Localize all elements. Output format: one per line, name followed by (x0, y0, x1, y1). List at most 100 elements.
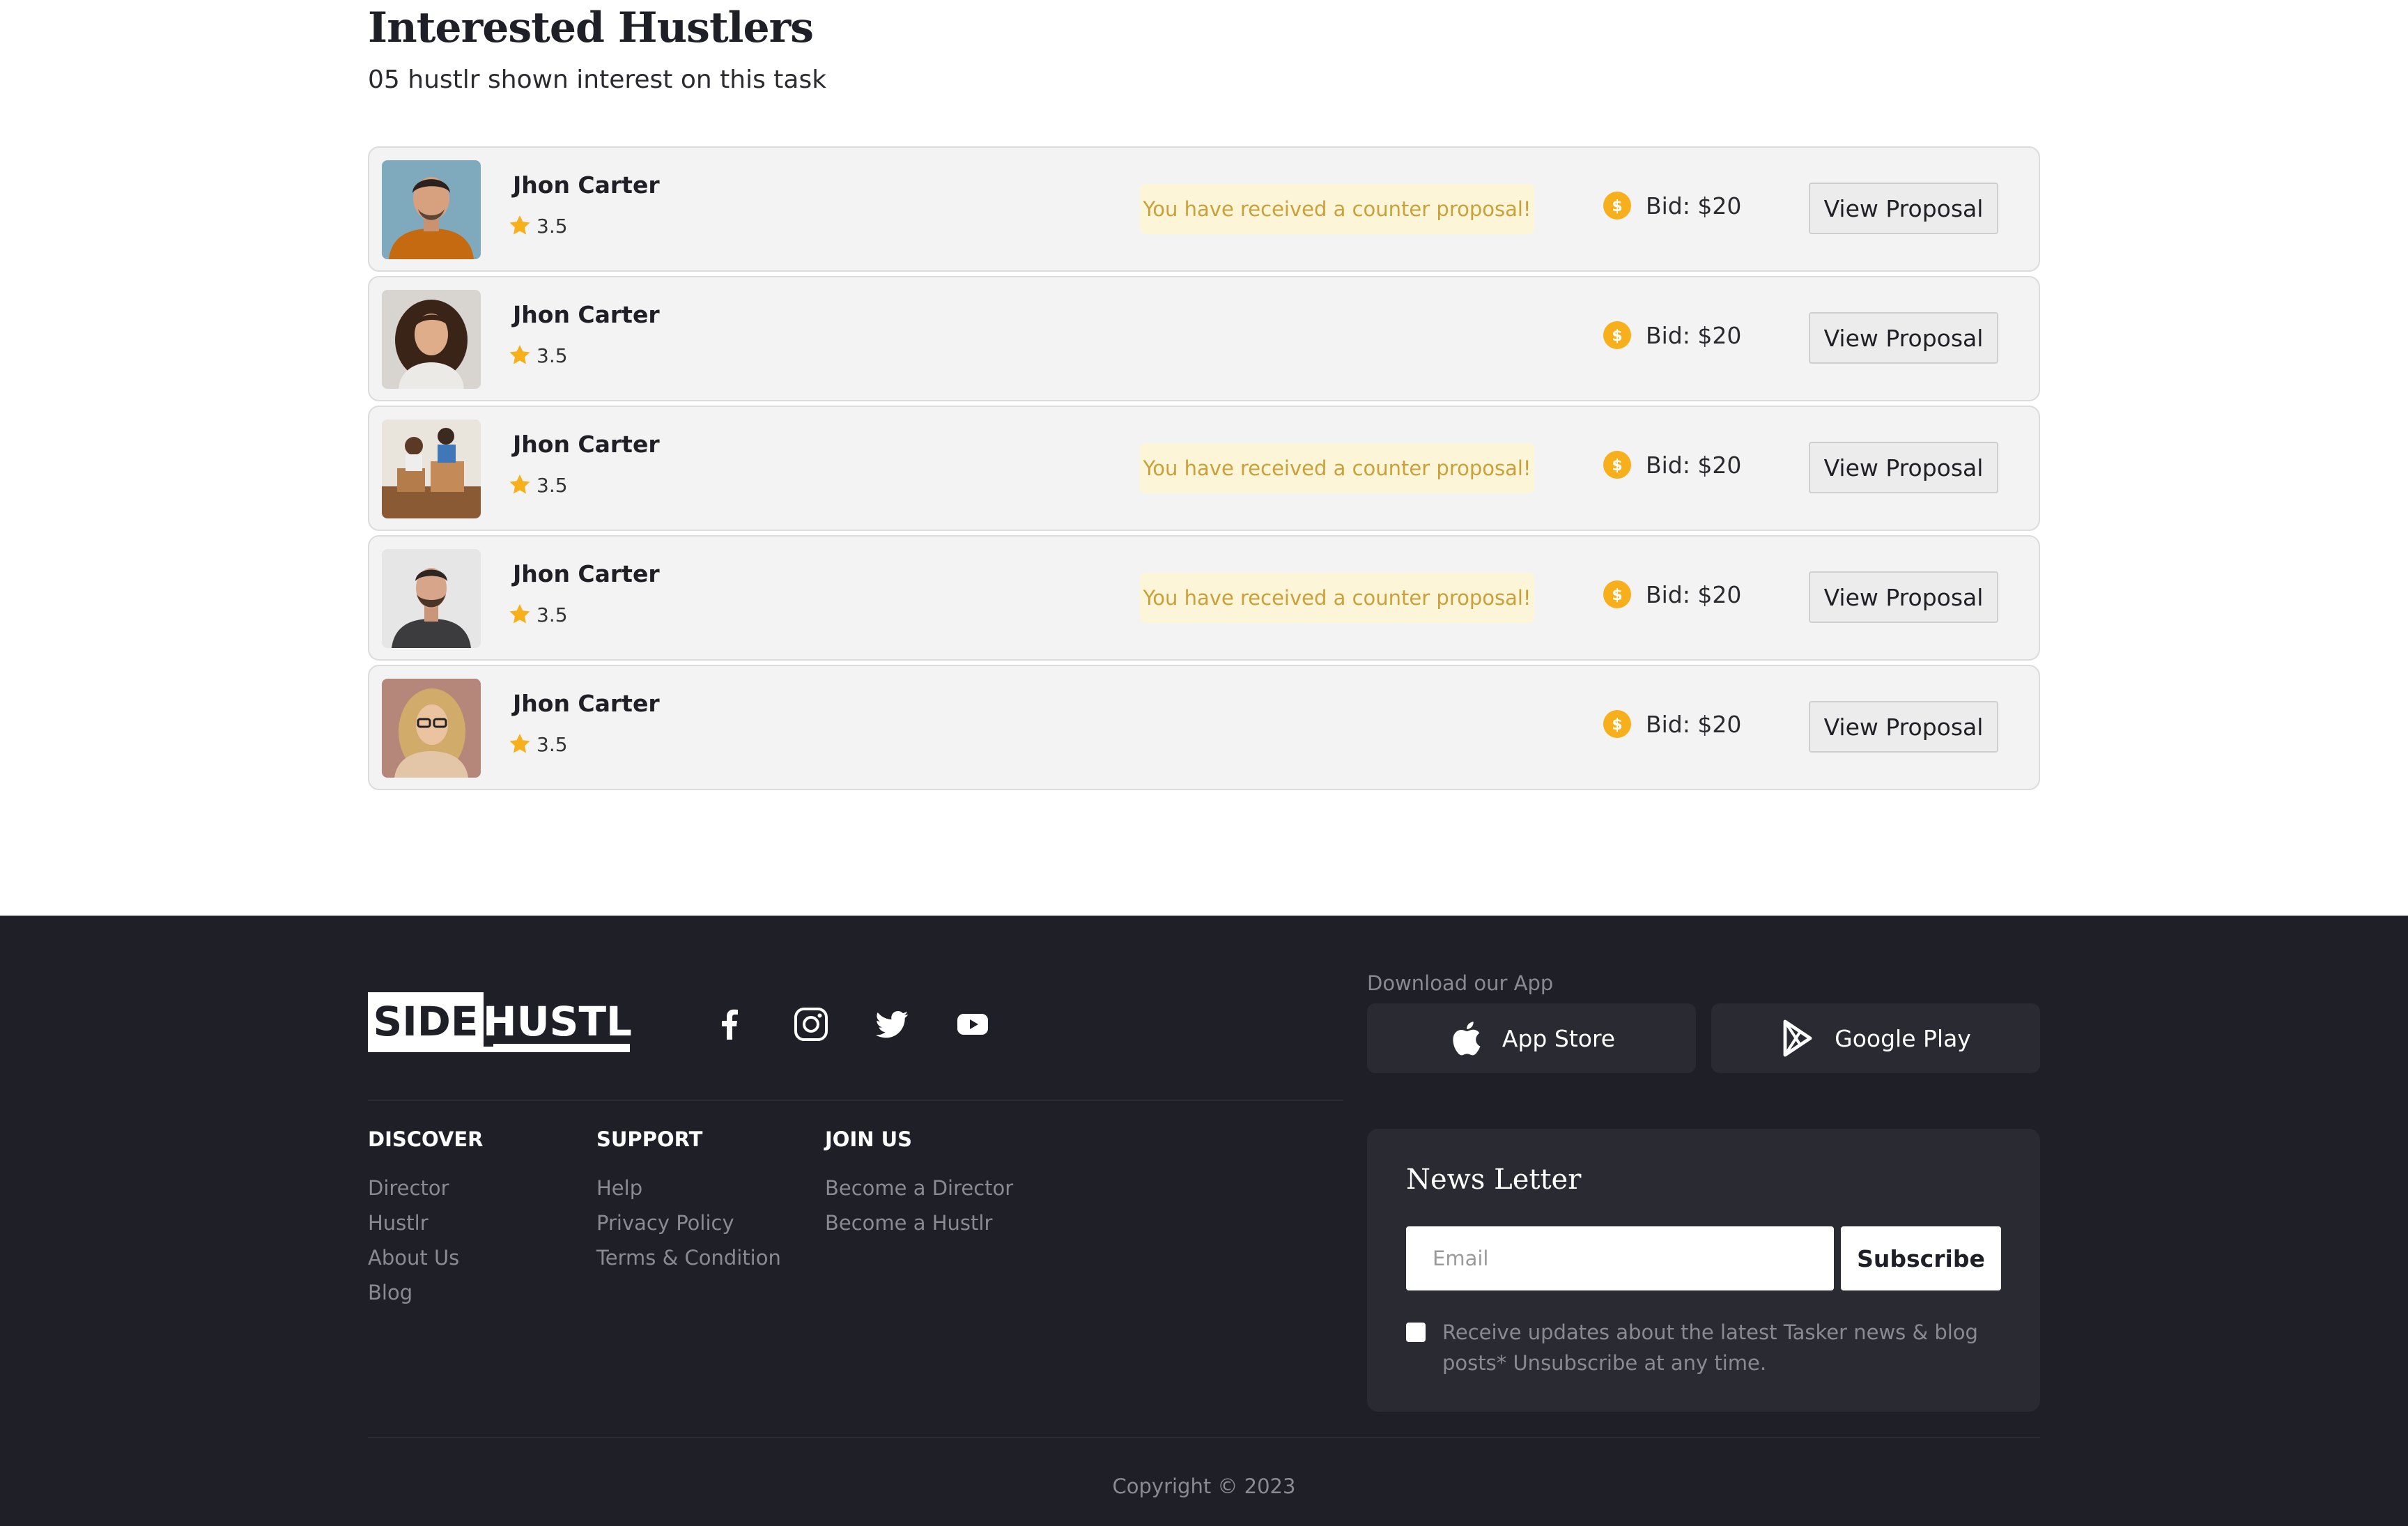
star-icon (509, 734, 530, 753)
hustler-name: Jhon Carter (513, 560, 660, 587)
footer-link-terms[interactable]: Terms & Condition (596, 1240, 781, 1275)
newsletter-panel: News Letter Subscribe Receive updates ab… (1367, 1129, 2040, 1412)
google-play-label: Google Play (1835, 1024, 1971, 1052)
twitter-icon[interactable] (872, 1005, 911, 1044)
rating-value: 3.5 (537, 214, 568, 238)
logo-part-2: HUSTL (483, 998, 632, 1045)
main-content: Interested Hustlers 05 hustlr shown inte… (0, 0, 2408, 916)
rating-value: 3.5 (537, 473, 568, 497)
google-play-icon (1783, 1019, 1812, 1057)
instagram-icon[interactable] (792, 1005, 831, 1044)
star-icon (509, 345, 530, 364)
hustler-rating: 3.5 (507, 343, 568, 368)
svg-text:$: $ (1612, 327, 1622, 345)
site-footer: SIDE HUSTL Download our App App Store Go… (0, 916, 2408, 1526)
youtube-icon[interactable] (953, 1005, 992, 1044)
apple-icon (1453, 1022, 1481, 1056)
hustler-card: Jhon Carter 3.5 You have received a coun… (368, 406, 2040, 531)
bid-label: Bid: $20 (1646, 321, 1742, 349)
bid-label: Bid: $20 (1646, 580, 1742, 608)
page-subtitle: 05 hustlr shown interest on this task (368, 65, 827, 94)
view-proposal-button[interactable]: View Proposal (1809, 701, 1998, 753)
bid-amount: $ Bid: $20 (1603, 450, 1741, 479)
download-label: Download our App (1367, 971, 1554, 995)
copyright-text: Copyright © 2023 (1112, 1474, 1296, 1498)
view-proposal-button[interactable]: View Proposal (1809, 571, 1998, 623)
footer-link-become-director[interactable]: Become a Director (825, 1171, 1013, 1205)
avatar (382, 160, 481, 259)
svg-text:$: $ (1612, 587, 1622, 604)
svg-text:$: $ (1612, 457, 1622, 475)
bid-amount: $ Bid: $20 (1603, 709, 1741, 739)
hustler-rating: 3.5 (507, 732, 568, 757)
svg-text:$: $ (1612, 716, 1622, 734)
sidehustl-logo[interactable]: SIDE HUSTL (368, 992, 633, 1052)
app-store-button[interactable]: App Store (1367, 1003, 1696, 1073)
view-proposal-button[interactable]: View Proposal (1809, 183, 1998, 234)
column-heading: JOIN US (825, 1127, 913, 1151)
hustler-card: Jhon Carter 3.5 $ Bid: $20 View Proposal (368, 665, 2040, 790)
footer-link-about-us[interactable]: About Us (368, 1240, 484, 1275)
footer-link-become-hustlr[interactable]: Become a Hustlr (825, 1205, 1013, 1240)
footer-column-support: SUPPORT Help Privacy Policy Terms & Cond… (596, 1127, 781, 1275)
newsletter-title: News Letter (1406, 1164, 1582, 1196)
bid-amount: $ Bid: $20 (1603, 191, 1741, 220)
app-store-label: App Store (1502, 1024, 1616, 1052)
avatar (382, 419, 481, 518)
dollar-coin-icon: $ (1603, 451, 1631, 479)
facebook-icon[interactable] (711, 1005, 750, 1044)
rating-value: 3.5 (537, 344, 568, 367)
hustler-name: Jhon Carter (513, 431, 660, 458)
column-heading: DISCOVER (368, 1127, 484, 1151)
newsletter-email-input[interactable] (1406, 1226, 1834, 1290)
google-play-button[interactable]: Google Play (1711, 1003, 2040, 1073)
footer-link-director[interactable]: Director (368, 1171, 484, 1205)
footer-column-join-us: JOIN US Become a Director Become a Hustl… (825, 1127, 1013, 1240)
hustler-card: Jhon Carter 3.5 You have received a coun… (368, 535, 2040, 661)
page-title: Interested Hustlers (368, 3, 814, 52)
hustler-card: Jhon Carter 3.5 You have received a coun… (368, 146, 2040, 272)
avatar (382, 290, 481, 389)
dollar-coin-icon: $ (1603, 580, 1631, 608)
bid-label: Bid: $20 (1646, 451, 1742, 479)
svg-text:$: $ (1612, 198, 1622, 215)
hustler-rating: 3.5 (507, 602, 568, 627)
counter-proposal-notice: You have received a counter proposal! (1140, 443, 1534, 493)
hustler-rating: 3.5 (507, 472, 568, 498)
counter-proposal-notice: You have received a counter proposal! (1140, 573, 1534, 623)
star-icon (509, 604, 530, 624)
footer-link-help[interactable]: Help (596, 1171, 781, 1205)
dollar-coin-icon: $ (1603, 321, 1631, 349)
view-proposal-button[interactable]: View Proposal (1809, 312, 1998, 364)
dollar-coin-icon: $ (1603, 192, 1631, 219)
bid-amount: $ Bid: $20 (1603, 321, 1741, 350)
avatar (382, 549, 481, 648)
rating-value: 3.5 (537, 603, 568, 626)
counter-proposal-notice: You have received a counter proposal! (1140, 184, 1534, 234)
dollar-coin-icon: $ (1603, 710, 1631, 738)
footer-bottom-divider (368, 1437, 2040, 1438)
footer-column-discover: DISCOVER Director Hustlr About Us Blog (368, 1127, 484, 1310)
footer-divider (368, 1100, 1343, 1101)
hustler-rating: 3.5 (507, 213, 568, 238)
star-icon (509, 215, 530, 235)
subscribe-button[interactable]: Subscribe (1841, 1226, 2001, 1290)
consent-checkbox[interactable] (1406, 1323, 1426, 1342)
hustler-name: Jhon Carter (513, 171, 660, 199)
avatar (382, 679, 481, 778)
bid-label: Bid: $20 (1646, 192, 1742, 219)
hustler-name: Jhon Carter (513, 690, 660, 717)
bid-label: Bid: $20 (1646, 710, 1742, 738)
consent-text: Receive updates about the latest Tasker … (1442, 1320, 1978, 1375)
bid-amount: $ Bid: $20 (1603, 580, 1741, 609)
logo-part-1: SIDE (373, 998, 478, 1045)
hustler-name: Jhon Carter (513, 301, 660, 328)
footer-link-hustlr[interactable]: Hustlr (368, 1205, 484, 1240)
rating-value: 3.5 (537, 732, 568, 756)
footer-link-blog[interactable]: Blog (368, 1275, 484, 1310)
star-icon (509, 475, 530, 494)
footer-link-privacy-policy[interactable]: Privacy Policy (596, 1205, 781, 1240)
column-heading: SUPPORT (596, 1127, 703, 1151)
view-proposal-button[interactable]: View Proposal (1809, 442, 1998, 493)
hustler-card: Jhon Carter 3.5 $ Bid: $20 View Proposal (368, 276, 2040, 401)
